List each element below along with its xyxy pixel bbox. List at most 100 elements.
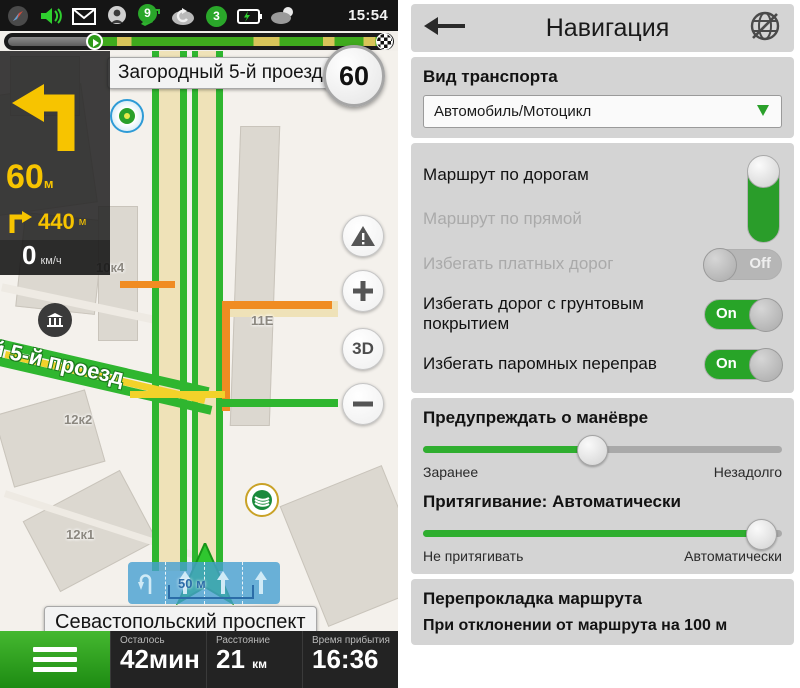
current-speed-unit: км/ч <box>40 255 62 267</box>
progress-traffic-segments <box>94 37 384 46</box>
back-button[interactable] <box>423 13 467 44</box>
toggle-knob <box>749 347 783 382</box>
slider-knob[interactable] <box>746 519 778 550</box>
building-label: 11Е <box>251 313 274 328</box>
slider-knob[interactable] <box>577 435 609 466</box>
slider-fill <box>423 446 589 453</box>
avoid-ferries-label: Избегать паромных переправ <box>423 354 657 373</box>
avoid-ferries-row[interactable]: Избегать паромных переправ On <box>423 341 783 387</box>
view-3d-button[interactable]: 3D <box>342 328 384 370</box>
secondary-maneuver-panel: 440 м <box>0 203 110 240</box>
settings-title-bar: Навигация <box>411 4 794 52</box>
toggle-state-label: Off <box>749 254 771 272</box>
offline-mode-button[interactable] <box>748 9 782 48</box>
transport-type-dropdown[interactable]: Автомобиль/Мотоцикл <box>423 95 782 128</box>
mail-icon <box>71 4 98 28</box>
building-label: 12к1 <box>66 527 95 542</box>
notification-badge-icon: 3 <box>203 4 230 28</box>
secondary-maneuver-unit: м <box>78 215 87 228</box>
building-label: 12к2 <box>64 412 93 427</box>
route-line <box>180 51 187 571</box>
dashboard-value: 16:36 <box>312 644 379 674</box>
snapping-slider[interactable] <box>423 519 782 550</box>
next-street-plate: Загородный 5-й проезд <box>107 57 334 89</box>
progress-start-marker-icon <box>86 33 103 50</box>
toggle-state-label: On <box>716 354 737 372</box>
minus-icon <box>353 401 373 407</box>
zoom-out-button[interactable] <box>342 383 384 425</box>
map-highway <box>196 51 218 571</box>
toggle-state-label: On <box>716 304 737 322</box>
contact-icon <box>104 4 131 28</box>
maneuver-warning-heading: Предупреждать о манёвре <box>423 408 649 427</box>
menu-button[interactable] <box>0 631 110 688</box>
navigation-dashboard: Осталось 42мин Расстояние 21 км Время пр… <box>0 631 398 688</box>
globe-offline-icon <box>750 11 780 40</box>
u-turn-left-icon <box>137 574 151 594</box>
route-line <box>192 51 198 571</box>
dashboard-cell-arrival-time[interactable]: Время прибытия 16:36 <box>302 631 398 688</box>
notification-count-badge: 3 <box>206 5 227 27</box>
current-speed-panel: 0 км/ч <box>0 240 110 275</box>
hamburger-menu-icon <box>33 642 77 677</box>
app-screen: 10к4 11Е 12к2 12к1 й 5-й проезд 9 3 15:5… <box>0 0 800 688</box>
dashboard-unit: км <box>252 657 268 671</box>
speed-limit-sign: 60 <box>323 45 385 107</box>
avoid-unpaved-roads-toggle[interactable]: On <box>704 297 783 332</box>
current-speed-value: 0 <box>22 240 37 270</box>
navigation-map-panel[interactable]: 10к4 11Е 12к2 12к1 й 5-й проезд 9 3 15:5… <box>0 0 398 688</box>
route-line-traffic <box>120 281 175 288</box>
museum-poi-icon[interactable] <box>38 303 72 337</box>
bank-poi-icon[interactable] <box>245 483 279 517</box>
route-mode-straight-row[interactable]: Маршрут по прямой <box>423 197 782 241</box>
compass-icon <box>5 4 32 28</box>
avoid-unpaved-roads-row[interactable]: Избегать дорог с грунтовым покрытием On <box>423 287 783 341</box>
volume-icon <box>38 4 65 28</box>
avoid-toll-roads-label: Избегать платных дорог <box>423 254 614 273</box>
gas-station-poi-icon[interactable] <box>110 99 144 133</box>
avoid-toll-roads-toggle[interactable]: Off <box>703 247 782 282</box>
gps-count-badge: 9 <box>138 3 157 23</box>
maneuver-distance-unit: м <box>43 176 54 191</box>
maneuver-warning-slider[interactable] <box>423 435 782 466</box>
weather-icon <box>269 4 296 28</box>
toggle-knob <box>747 155 780 188</box>
snapping-heading: Притягивание: Автоматически <box>423 492 681 511</box>
reroute-card: Перепрокладка маршрута При отклонении от… <box>411 579 794 645</box>
progress-finish-flag-icon <box>376 33 393 50</box>
route-line <box>218 399 338 407</box>
battery-charging-icon <box>236 4 263 28</box>
reroute-subtext: При отклонении от маршрута на 100 м <box>423 617 728 634</box>
avoid-ferries-toggle[interactable]: On <box>704 347 783 382</box>
route-mode-roads-row[interactable]: Маршрут по дорогам <box>423 153 782 197</box>
warning-button[interactable] <box>342 215 384 257</box>
reroute-heading: Перепрокладка маршрута <box>423 589 642 608</box>
avoid-toll-roads-row[interactable]: Избегать платных дорог Off <box>423 241 782 287</box>
dashboard-value: 42мин <box>120 644 200 674</box>
dashboard-cell-distance[interactable]: Расстояние 21 км <box>206 631 302 688</box>
route-progress-bar[interactable] <box>4 33 394 50</box>
map-building <box>229 126 281 426</box>
sync-cloud-icon <box>170 4 197 28</box>
route-mode-vertical-toggle[interactable] <box>747 155 780 243</box>
android-status-bar: 9 3 15:54 <box>0 0 398 31</box>
warning-triangle-icon <box>351 226 375 246</box>
maneuver-distance: 60м <box>6 158 53 197</box>
dashboard-value: 21 <box>216 644 245 674</box>
route-line-traffic <box>130 391 225 398</box>
secondary-maneuver-distance: 440 <box>38 208 75 234</box>
map-building <box>0 389 106 488</box>
chevron-down-icon <box>755 102 771 122</box>
route-mode-roads-label: Маршрут по дорогам <box>423 165 589 184</box>
zoom-in-button[interactable] <box>342 270 384 312</box>
slider-fill <box>423 530 761 537</box>
dashboard-cell-remaining-time[interactable]: Осталось 42мин <box>110 631 206 688</box>
back-arrow-icon <box>424 16 465 35</box>
straight-arrow-icon <box>255 571 268 594</box>
route-line <box>152 51 159 571</box>
map-building <box>279 465 398 627</box>
clock-time: 15:54 <box>348 7 388 24</box>
navigation-settings-panel[interactable]: Навигация Вид транспорта Автомобиль/Мото… <box>405 0 800 688</box>
transport-type-card: Вид транспорта Автомобиль/Мотоцикл <box>411 57 794 138</box>
turn-right-arrow-icon <box>9 210 32 233</box>
